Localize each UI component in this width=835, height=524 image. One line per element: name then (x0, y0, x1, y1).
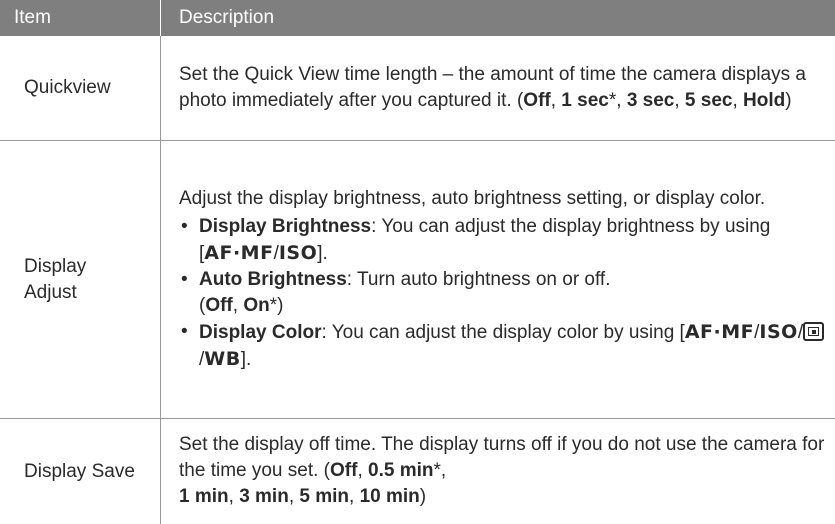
wb-key-icon: WB (204, 348, 240, 370)
list-item: Auto Brightness: Turn auto brightness on… (179, 267, 825, 319)
ev-frame-icon (803, 322, 824, 341)
list-item: Display Brightness: You can adjust the d… (179, 214, 825, 267)
description-text: Set the Quick View time length – the amo… (179, 62, 825, 114)
table-row-display-save: Display Save Set the display off time. T… (0, 419, 835, 524)
row-item-label: Display Save (0, 419, 161, 524)
row-item-label: Quickview (0, 36, 161, 141)
table-row-quickview: Quickview Set the Quick View time length… (0, 36, 835, 141)
list-item: Display Color: You can adjust the displa… (179, 319, 825, 373)
column-header-description: Description (161, 0, 835, 36)
row-description: Adjust the display brightness, auto brig… (161, 141, 835, 419)
description-text: Set the display off time. The display tu… (179, 432, 825, 510)
row-item-label: Display Adjust (0, 141, 161, 419)
table-header-row: Item Description (0, 0, 835, 36)
settings-table: Item Description Quickview Set the Quick… (0, 0, 835, 524)
iso-key-icon: ISO (759, 321, 797, 343)
row-description: Set the Quick View time length – the amo… (161, 36, 835, 141)
af-mf-key-icon: AF·MF (685, 321, 754, 343)
af-mf-key-icon: AF·MF (204, 242, 273, 264)
description-intro: Adjust the display brightness, auto brig… (179, 186, 825, 212)
row-description: Set the display off time. The display tu… (161, 419, 835, 524)
table-row-display-adjust: Display Adjust Adjust the display bright… (0, 141, 835, 419)
iso-key-icon: ISO (279, 242, 317, 264)
column-header-item: Item (0, 0, 161, 36)
bullet-list: Display Brightness: You can adjust the d… (179, 214, 825, 373)
